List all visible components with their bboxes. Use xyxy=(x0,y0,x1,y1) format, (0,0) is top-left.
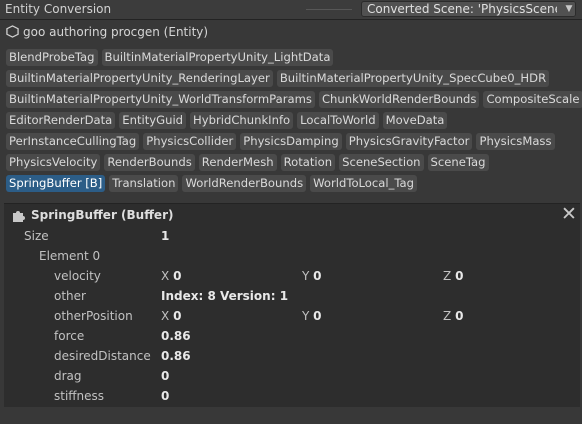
y-axis-label: Y xyxy=(302,269,310,283)
tag-row: PerInstanceCullingTag PhysicsCollider Ph… xyxy=(6,133,555,151)
other-position-label: otherPosition xyxy=(54,309,133,323)
velocity-z-value: 0 xyxy=(455,269,464,283)
x-axis-label: X xyxy=(161,309,170,323)
component-tag[interactable]: PhysicsCollider xyxy=(143,133,237,150)
tag-row: BuiltinMaterialPropertyUnity_RenderingLa… xyxy=(6,70,550,88)
stiffness-row: stiffness xyxy=(54,387,104,405)
component-tag[interactable]: SceneSection xyxy=(339,154,424,171)
other-position-x-value: 0 xyxy=(173,309,182,323)
other-position-x: X 0 xyxy=(161,307,181,325)
component-tag[interactable]: Translation xyxy=(109,175,179,192)
component-inspector-panel: SpringBuffer (Buffer) ✕ Size 1 Element 0… xyxy=(4,203,580,408)
other-position-z: Z 0 xyxy=(443,307,463,325)
velocity-y: Y 0 xyxy=(302,267,322,285)
velocity-y-value: 0 xyxy=(313,269,322,283)
scene-selector-dropdown[interactable]: Converted Scene: 'PhysicsScene ▼ xyxy=(361,1,576,17)
stiffness-label: stiffness xyxy=(54,389,105,403)
component-tag[interactable]: RenderBounds xyxy=(104,154,195,171)
tag-row: PhysicsVelocity RenderBounds RenderMesh … xyxy=(6,154,489,172)
velocity-z: Z 0 xyxy=(443,267,463,285)
velocity-x-value: 0 xyxy=(173,269,182,283)
force-row: force xyxy=(54,327,84,345)
tag-row: EditorRenderData EntityGuid HybridChunkI… xyxy=(6,112,448,130)
tag-row: SpringBuffer [B] Translation WorldRender… xyxy=(6,175,418,193)
force-label: force xyxy=(54,329,85,343)
drag-value: 0 xyxy=(161,369,170,383)
window-footer xyxy=(0,407,582,424)
z-axis-label: Z xyxy=(443,309,452,323)
drag-row: drag xyxy=(54,367,82,385)
component-tag[interactable]: ChunkWorldRenderBounds xyxy=(318,91,480,108)
desired-distance-value-cell: 0.86 xyxy=(161,347,191,365)
component-tag[interactable]: WorldToLocal_Tag xyxy=(310,175,418,192)
component-tag[interactable]: HybridChunkInfo xyxy=(190,112,294,129)
velocity-label: velocity xyxy=(54,269,101,283)
drag-value-cell: 0 xyxy=(161,367,169,385)
title-divider xyxy=(306,9,352,10)
component-tag[interactable]: WorldRenderBounds xyxy=(182,175,307,192)
component-tag[interactable]: EntityGuid xyxy=(119,112,187,129)
size-value-cell: 1 xyxy=(161,227,169,245)
scene-selector-label: Converted Scene: 'PhysicsScene xyxy=(367,2,557,16)
tag-row: BuiltinMaterialPropertyUnity_WorldTransf… xyxy=(6,91,582,109)
other-row: other xyxy=(54,287,86,305)
force-value: 0.86 xyxy=(161,329,191,343)
component-tag[interactable]: PerInstanceCullingTag xyxy=(6,133,140,150)
puzzle-piece-icon xyxy=(13,211,25,222)
component-tag[interactable]: BuiltinMaterialPropertyUnity_LightData xyxy=(101,49,334,66)
component-tag[interactable]: EditorRenderData xyxy=(6,112,116,129)
other-label: other xyxy=(54,289,86,303)
force-value-cell: 0.86 xyxy=(161,327,191,345)
velocity-x: X 0 xyxy=(161,267,181,285)
drag-label: drag xyxy=(54,369,82,383)
element-label: Element 0 xyxy=(39,249,101,263)
inspector-title: SpringBuffer (Buffer) xyxy=(31,208,174,222)
entity-name: goo authoring procgen (Entity) xyxy=(23,25,209,39)
x-axis-label: X xyxy=(161,269,170,283)
other-position-y-value: 0 xyxy=(313,309,322,323)
component-tag[interactable]: BlendProbeTag xyxy=(6,49,98,66)
element-foldout[interactable]: Element 0 xyxy=(39,247,100,265)
component-tag[interactable]: PhysicsDamping xyxy=(240,133,342,150)
component-tag[interactable]: PhysicsMass xyxy=(476,133,555,150)
window-titlebar: Entity Conversion Converted Scene: 'Phys… xyxy=(0,0,582,20)
desired-distance-value: 0.86 xyxy=(161,349,191,363)
component-tag[interactable]: BuiltinMaterialPropertyUnity_WorldTransf… xyxy=(6,91,315,108)
component-tag[interactable]: Rotation xyxy=(280,154,336,171)
desired-distance-label: desiredDistance xyxy=(54,349,151,363)
other-position-z-value: 0 xyxy=(455,309,464,323)
cube-outline-icon xyxy=(6,25,19,38)
close-icon[interactable]: ✕ xyxy=(560,205,578,224)
size-row: Size xyxy=(24,227,49,245)
component-tag[interactable]: RenderMesh xyxy=(198,154,277,171)
other-position-y: Y 0 xyxy=(302,307,322,325)
chevron-down-icon: ▼ xyxy=(563,2,575,16)
velocity-row: velocity xyxy=(54,267,101,285)
desired-distance-row: desiredDistance xyxy=(54,347,151,365)
component-tag[interactable]: PhysicsVelocity xyxy=(6,154,101,171)
stiffness-value-cell: 0 xyxy=(161,387,169,405)
stiffness-value: 0 xyxy=(161,389,170,403)
component-tag[interactable]: PhysicsGravityFactor xyxy=(345,133,473,150)
component-tag[interactable]: MoveData xyxy=(382,112,448,129)
component-tag[interactable]: LocalToWorld xyxy=(297,112,379,129)
size-value: 1 xyxy=(161,229,170,243)
z-axis-label: Z xyxy=(443,269,452,283)
other-value: Index: 8 Version: 1 xyxy=(161,289,289,303)
tag-row: BlendProbeTag BuiltinMaterialPropertyUni… xyxy=(6,49,334,67)
y-axis-label: Y xyxy=(302,309,310,323)
size-label: Size xyxy=(24,229,49,243)
other-position-row: otherPosition xyxy=(54,307,133,325)
component-tag-selected[interactable]: SpringBuffer [B] xyxy=(6,175,106,192)
component-tag[interactable]: CompositeScale xyxy=(483,91,582,108)
component-tag[interactable]: BuiltinMaterialPropertyUnity_SpecCube0_H… xyxy=(276,70,550,87)
window-title: Entity Conversion xyxy=(5,2,112,16)
other-value-cell: Index: 8 Version: 1 xyxy=(161,287,288,305)
component-tag[interactable]: BuiltinMaterialPropertyUnity_RenderingLa… xyxy=(6,70,273,87)
component-tag[interactable]: SceneTag xyxy=(427,154,489,171)
